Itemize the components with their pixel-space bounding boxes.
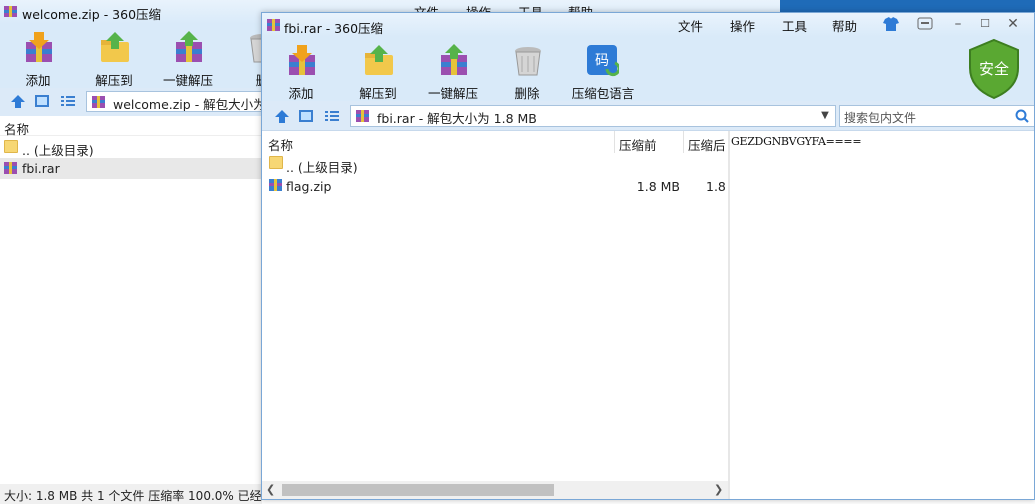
rar-archive-icon bbox=[267, 19, 280, 31]
table-row[interactable]: flag.zip 1.8 MB 1.8 bbox=[262, 175, 728, 197]
feedback-icon[interactable] bbox=[917, 17, 933, 31]
file-list: 名称 压缩前 压缩后 .. (上级目录) flag.zip 1.8 MB 1.8 bbox=[262, 131, 728, 483]
minimize-button[interactable]: ⎯ bbox=[947, 16, 969, 33]
delete-icon bbox=[515, 47, 541, 76]
horizontal-scrollbar[interactable]: ❮ ❯ bbox=[262, 481, 728, 499]
bg-extract-to-button[interactable]: 解压到 bbox=[78, 26, 150, 88]
extract-to-icon bbox=[365, 45, 393, 75]
maximize-button[interactable]: ☐ bbox=[974, 16, 996, 33]
archive-language-icon: 码 bbox=[587, 45, 619, 77]
up-arrow-icon[interactable] bbox=[274, 108, 290, 124]
up-arrow-icon[interactable] bbox=[10, 93, 26, 109]
quick-extract-icon bbox=[176, 31, 202, 62]
archive-language-button[interactable]: 码 压缩包语言 bbox=[565, 39, 641, 101]
menu-help[interactable]: 帮助 bbox=[832, 16, 857, 35]
rar-archive-icon bbox=[92, 96, 105, 108]
rar-archive-icon bbox=[4, 162, 17, 174]
security-badge-label: 安全 bbox=[978, 60, 1009, 78]
column-header-after[interactable]: 压缩后 bbox=[688, 135, 726, 154]
menu-operate[interactable]: 操作 bbox=[730, 16, 755, 35]
quick-extract-icon bbox=[441, 44, 467, 75]
bg-path-field[interactable]: welcome.zip - 解包大小为 bbox=[86, 91, 266, 112]
scrollbar-thumb[interactable] bbox=[282, 484, 554, 496]
delete-icon bbox=[250, 34, 262, 63]
preview-text: GEZDGNBVGYFA==== bbox=[731, 135, 862, 148]
delete-button[interactable]: 删除 bbox=[491, 39, 563, 101]
folder-icon bbox=[269, 156, 283, 169]
skin-icon[interactable] bbox=[882, 16, 900, 32]
zip-archive-icon bbox=[269, 179, 282, 191]
list-item[interactable]: fbi.rar bbox=[0, 158, 262, 179]
thumbnail-view-icon[interactable] bbox=[34, 94, 50, 108]
list-view-icon[interactable] bbox=[324, 109, 340, 123]
thumbnail-view-icon[interactable] bbox=[298, 109, 314, 123]
extract-to-button[interactable]: 解压到 bbox=[342, 39, 414, 101]
path-field[interactable]: fbi.rar - 解包大小为 1.8 MB bbox=[350, 105, 836, 127]
path-dropdown-chevron-icon[interactable]: ▼ bbox=[816, 106, 834, 126]
fg-window-title: fbi.rar - 360压缩 bbox=[284, 21, 384, 36]
foreground-window: fbi.rar - 360压缩 文件 操作 工具 帮助 ⎯ ☐ ✕ 添加 解压到… bbox=[261, 12, 1035, 500]
table-row[interactable]: .. (上级目录) bbox=[262, 153, 728, 175]
column-header-name[interactable]: 名称 bbox=[268, 135, 293, 154]
svg-text:码: 码 bbox=[595, 53, 609, 69]
extract-to-icon bbox=[101, 32, 129, 62]
bg-delete-button[interactable]: 删 bbox=[226, 26, 262, 88]
search-icon[interactable] bbox=[1015, 109, 1029, 123]
column-header-before[interactable]: 压缩前 bbox=[619, 135, 657, 154]
quick-extract-button[interactable]: 一键解压 bbox=[417, 39, 489, 101]
pane-splitter[interactable] bbox=[728, 131, 730, 499]
column-separator[interactable] bbox=[614, 131, 615, 153]
scroll-right-icon[interactable]: ❯ bbox=[714, 483, 723, 496]
bg-add-button[interactable]: 添加 bbox=[2, 26, 74, 88]
search-input[interactable]: 搜索包内文件 bbox=[839, 105, 1034, 127]
add-archive-icon bbox=[289, 45, 315, 75]
add-archive-icon bbox=[26, 32, 52, 62]
scroll-left-icon[interactable]: ❮ bbox=[266, 483, 275, 496]
folder-icon bbox=[4, 140, 18, 153]
bg-other-window-strip bbox=[780, 0, 1035, 12]
rar-archive-icon bbox=[4, 6, 17, 17]
bg-window-title: welcome.zip - 360压缩 bbox=[22, 7, 162, 22]
menu-file[interactable]: 文件 bbox=[678, 16, 703, 35]
bg-column-name[interactable]: 名称 bbox=[4, 119, 29, 138]
list-view-icon[interactable] bbox=[60, 94, 76, 108]
bg-quick-extract-button[interactable]: 一键解压 bbox=[152, 26, 224, 88]
column-separator[interactable] bbox=[683, 131, 684, 153]
add-button[interactable]: 添加 bbox=[265, 39, 337, 101]
menu-tools[interactable]: 工具 bbox=[782, 16, 807, 35]
list-item[interactable]: .. (上级目录) bbox=[0, 137, 262, 158]
close-button[interactable]: ✕ bbox=[1002, 16, 1024, 33]
rar-archive-icon bbox=[356, 110, 369, 122]
bg-list-header: 名称 bbox=[0, 116, 262, 138]
bg-status-bar: 大小: 1.8 MB 共 1 个文件 压缩率 100.0% 已经 bbox=[0, 484, 262, 504]
